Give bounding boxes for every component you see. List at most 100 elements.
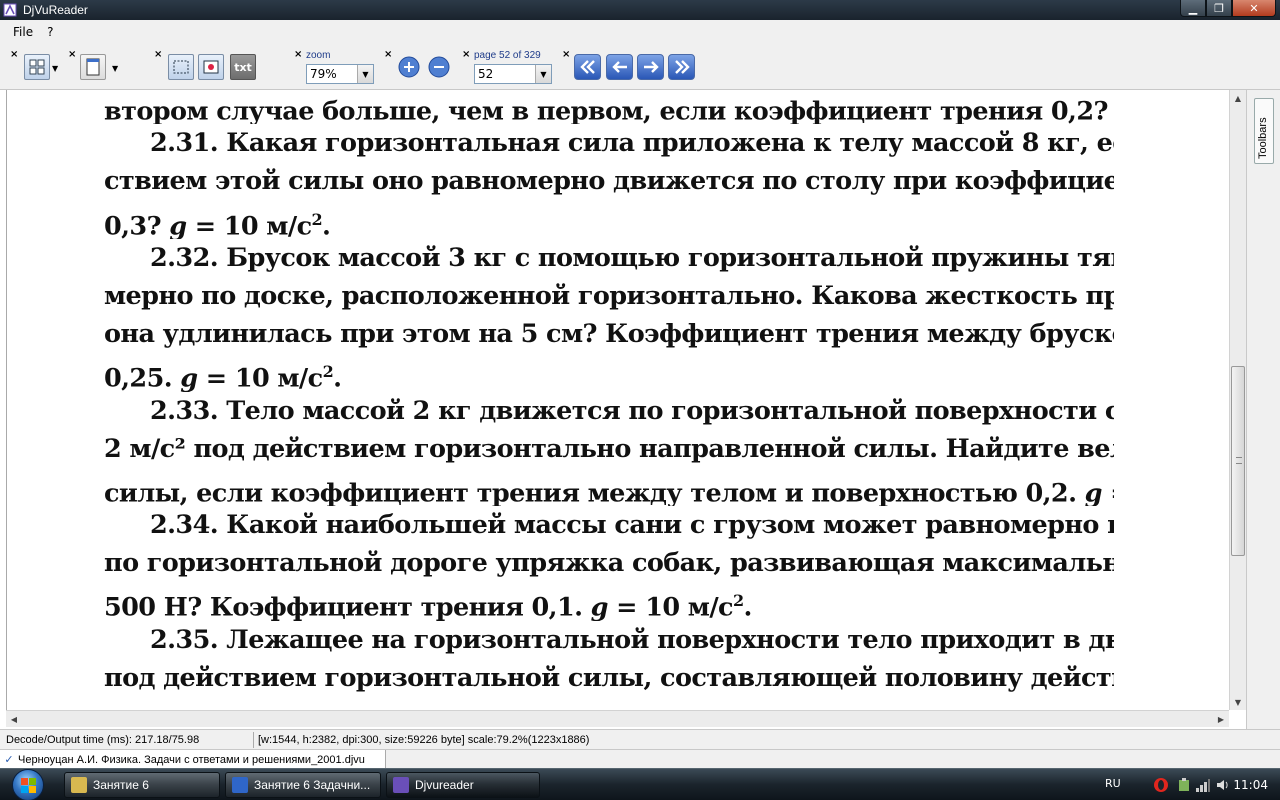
scroll-right-icon[interactable]: ▶ <box>1213 711 1229 727</box>
layout-dropdown-icon[interactable]: ▼ <box>52 64 58 73</box>
page-text: втором случае больше, чем в первом, если… <box>104 90 1114 697</box>
text-line: мерно по доске, расположенной горизонтал… <box>104 277 1114 315</box>
exponent: 2 <box>732 591 744 611</box>
zoom-select[interactable]: 79% ▼ <box>306 64 374 84</box>
text-line-content: втором случае больше, чем в первом, если… <box>104 96 1114 125</box>
line-end: . <box>333 363 342 392</box>
text-line-content: ствием этой силы оно равномерно движется… <box>104 166 1114 197</box>
menu-bar: File ? <box>0 20 1280 44</box>
page-view-dropdown-icon[interactable]: ▼ <box>112 64 118 73</box>
taskbar-item-word-document[interactable]: Занятие 6 Задачни... <box>225 772 381 798</box>
first-page-icon <box>579 60 595 74</box>
page-select[interactable]: 52 ▼ <box>474 64 552 84</box>
image-icon <box>203 60 219 74</box>
close-icon: ✕ <box>1249 1 1259 15</box>
signal-strength-icon[interactable] <box>1195 777 1211 793</box>
page-icon <box>86 58 100 76</box>
toolbar-group-close-icon[interactable]: × <box>562 49 570 60</box>
text-line-content: 2.32. Брусок массой 3 кг с помощью гориз… <box>150 242 1114 273</box>
zoom-in-button[interactable] <box>396 54 422 80</box>
text-line: 2.33. Тело массой 2 кг движется по гориз… <box>104 392 1114 430</box>
opera-icon[interactable] <box>1153 777 1169 793</box>
page-view-button[interactable] <box>80 54 106 80</box>
text-line: по горизонтальной дороге упряжка собак, … <box>104 544 1114 582</box>
text-line: 2 м/с² под действием горизонтально напра… <box>104 430 1114 468</box>
menu-help[interactable]: ? <box>40 25 60 39</box>
text-line: ствием этой силы оно равномерно движется… <box>104 162 1114 200</box>
volume-icon[interactable] <box>1215 777 1231 793</box>
language-indicator[interactable]: RU <box>1105 777 1121 790</box>
chevron-down-icon[interactable]: ▼ <box>357 65 373 83</box>
text-line: 0,25. g = 10 м/с2. <box>104 353 1114 391</box>
taskbar-item-label: Занятие 6 Задачни... <box>254 778 371 792</box>
last-page-icon <box>674 60 690 74</box>
maximize-button[interactable]: ❐ <box>1206 0 1232 17</box>
document-view[interactable]: втором случае больше, чем в первом, если… <box>6 90 1243 710</box>
last-page-button[interactable] <box>668 54 695 80</box>
page-count-label: page 52 of 329 <box>474 50 541 61</box>
window-controls: ▁ ❐ ✕ <box>1180 0 1276 17</box>
start-button[interactable] <box>6 769 50 800</box>
page-layout-button[interactable] <box>24 54 50 80</box>
first-page-button[interactable] <box>574 54 601 80</box>
previous-page-button[interactable] <box>606 54 633 80</box>
chevron-down-icon[interactable]: ▼ <box>535 65 551 83</box>
toolbars-tab-label: Toolbars <box>1257 117 1269 159</box>
arrow-right-icon <box>643 61 659 73</box>
restore-icon: ❐ <box>1214 1 1224 15</box>
exponent: 2 <box>322 362 334 382</box>
scroll-left-icon[interactable]: ◀ <box>6 711 22 727</box>
text-line: она удлинилась при этом на 5 см? Коэффиц… <box>104 315 1114 353</box>
toolbar-group-close-icon[interactable]: × <box>384 49 392 60</box>
layout-icon <box>29 59 45 75</box>
text-line-content: 500 Н? Коэффициент трения 0,1. <box>104 592 591 621</box>
vertical-scrollbar[interactable]: ▲ ▼ <box>1229 90 1246 710</box>
text-line: втором случае больше, чем в первом, если… <box>104 90 1114 125</box>
menu-file[interactable]: File <box>6 25 40 39</box>
line-end: . <box>743 592 753 621</box>
text-line: 2.35. Лежащее на горизонтальной поверхно… <box>104 621 1114 659</box>
toolbar-group-close-icon[interactable]: × <box>462 49 470 60</box>
scrollbar-thumb[interactable] <box>1231 366 1245 556</box>
text-line-content: мерно по доске, расположенной горизонтал… <box>104 280 1114 311</box>
toolbar-group-close-icon[interactable]: × <box>10 49 18 60</box>
gravity-symbol: g <box>590 592 609 621</box>
text-mode-button[interactable]: txt <box>230 54 256 80</box>
toolbar-group-close-icon[interactable]: × <box>68 49 76 60</box>
taskbar-item-folder[interactable]: Занятие 6 <box>64 772 220 798</box>
toolbar: × ▼ × ▼ × txt × zoom 79% ▼ × × page 52 o… <box>0 44 1280 90</box>
select-area-button[interactable] <box>168 54 194 80</box>
toolbars-tab[interactable]: Toolbars <box>1254 98 1274 164</box>
text-line-content: 0,3? <box>104 211 170 239</box>
text-line: 2.34. Какой наибольшей массы сани с груз… <box>104 506 1114 544</box>
select-image-button[interactable] <box>198 54 224 80</box>
zoom-out-button[interactable] <box>426 54 452 80</box>
gravity-value: = 10 м/с <box>197 363 323 392</box>
side-panel: Toolbars <box>1246 90 1280 730</box>
zoom-in-icon <box>398 56 420 78</box>
toolbar-group-close-icon[interactable]: × <box>294 49 302 60</box>
scroll-down-icon[interactable]: ▼ <box>1230 694 1246 710</box>
next-page-button[interactable] <box>637 54 664 80</box>
toolbar-group-close-icon[interactable]: × <box>154 49 162 60</box>
window-title: DjVuReader <box>23 3 88 17</box>
file-tab[interactable]: ✓ Черноуцан А.И. Физика. Задачи с ответа… <box>0 750 386 769</box>
taskbar-item-label: Занятие 6 <box>93 778 149 792</box>
word-document-icon <box>232 777 248 793</box>
horizontal-scrollbar[interactable]: ◀ ▶ <box>6 710 1229 727</box>
windows-logo-icon <box>12 769 44 800</box>
close-button[interactable]: ✕ <box>1232 0 1276 17</box>
taskbar: Занятие 6 Занятие 6 Задачни... Djvureade… <box>0 768 1280 800</box>
minimize-button[interactable]: ▁ <box>1180 0 1206 17</box>
gravity-value: = 10 м/с <box>186 211 312 239</box>
exponent: 2 <box>311 209 323 229</box>
gravity-value: = 10 м/с <box>1102 478 1114 506</box>
select-rectangle-icon <box>173 60 189 74</box>
taskbar-item-djvureader[interactable]: Djvureader <box>386 772 540 798</box>
scroll-up-icon[interactable]: ▲ <box>1230 90 1246 106</box>
clock[interactable]: 11:04 <box>1233 778 1268 792</box>
text-line-content: по горизонтальной дороге упряжка собак, … <box>104 548 1114 579</box>
gravity-symbol: g <box>180 363 198 392</box>
file-tabs: ✓ Черноуцан А.И. Физика. Задачи с ответа… <box>0 749 1280 769</box>
safely-remove-icon[interactable] <box>1177 777 1191 793</box>
